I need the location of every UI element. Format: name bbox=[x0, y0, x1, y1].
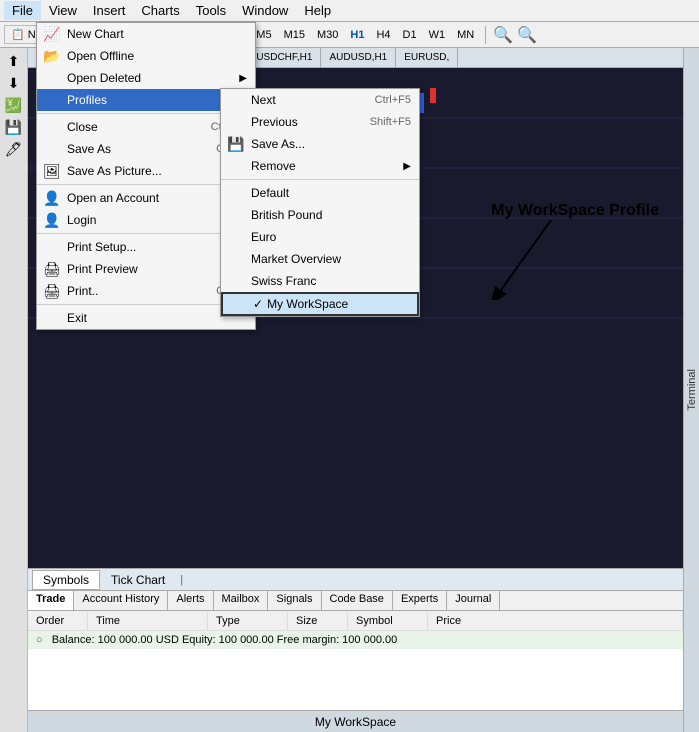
timeframe-h1[interactable]: H1 bbox=[346, 28, 368, 42]
zoom-out-icon[interactable]: 🔍 bbox=[517, 25, 537, 45]
timeframe-h4[interactable]: H4 bbox=[372, 28, 394, 42]
menu-item-print-preview[interactable]: 🖨 Print Preview bbox=[37, 258, 255, 280]
terminal-tab-mailbox[interactable]: Mailbox bbox=[214, 591, 269, 610]
toolbar-separator-3 bbox=[485, 26, 486, 44]
file-dropdown: 📈 New Chart 📂 Open Offline Open Deleted … bbox=[36, 22, 256, 330]
timeframe-w1[interactable]: W1 bbox=[425, 28, 450, 42]
menu-item-open-account[interactable]: 👤 Open an Account bbox=[37, 187, 255, 209]
timeframe-m30[interactable]: M30 bbox=[313, 28, 342, 42]
balance-row: ○ Balance: 100 000.00 USD Equity: 100 00… bbox=[28, 631, 683, 649]
nav-icon-2[interactable]: ⬇ bbox=[3, 72, 25, 94]
balance-indicator: ○ bbox=[36, 634, 43, 646]
profiles-arrow: ▶ bbox=[239, 95, 247, 106]
menu-view[interactable]: View bbox=[41, 1, 85, 20]
col-order: Order bbox=[28, 611, 88, 630]
statusbar-text: My WorkSpace bbox=[315, 715, 396, 729]
terminal-tab-account-history[interactable]: Account History bbox=[74, 591, 168, 610]
login-icon: 👤 bbox=[43, 212, 60, 229]
menu-sep-2 bbox=[37, 184, 255, 185]
terminal-tabs: Trade Account History Alerts Mailbox Sig… bbox=[28, 591, 683, 611]
menu-item-open-offline[interactable]: 📂 Open Offline bbox=[37, 45, 255, 67]
terminal-tab-alerts[interactable]: Alerts bbox=[168, 591, 213, 610]
menubar: File View Insert Charts Tools Window Hel… bbox=[0, 0, 699, 22]
open-offline-icon: 📂 bbox=[43, 48, 60, 65]
open-deleted-arrow: ▶ bbox=[239, 73, 247, 84]
nav-icon-1[interactable]: ⬆ bbox=[3, 50, 25, 72]
terminal-tab-code-base[interactable]: Code Base bbox=[322, 591, 393, 610]
panel-tab-tick-chart[interactable]: Tick Chart bbox=[100, 570, 176, 590]
terminal-columns: Order Time Type Size Symbol Price bbox=[28, 611, 683, 631]
menu-item-profiles[interactable]: Profiles ▶ bbox=[37, 89, 255, 111]
new-chart-icon: 📈 bbox=[43, 26, 60, 43]
menu-file[interactable]: File bbox=[4, 1, 41, 20]
panel-tabs: Symbols Tick Chart | bbox=[28, 568, 683, 590]
account-icon: 👤 bbox=[43, 190, 60, 207]
col-price: Price bbox=[428, 611, 683, 630]
menu-help[interactable]: Help bbox=[296, 1, 339, 20]
menu-item-exit[interactable]: Exit bbox=[37, 307, 255, 329]
terminal-area: Trade Account History Alerts Mailbox Sig… bbox=[28, 590, 683, 710]
menu-item-open-deleted[interactable]: Open Deleted ▶ bbox=[37, 67, 255, 89]
menu-item-save-as[interactable]: Save As Ctrl+S bbox=[37, 138, 255, 160]
print-icon: 🖨 bbox=[43, 283, 61, 300]
menu-item-login[interactable]: 👤 Login bbox=[37, 209, 255, 231]
save-picture-icon: 🖼 bbox=[43, 163, 61, 180]
menu-item-save-as-picture[interactable]: 🖼 Save As Picture... bbox=[37, 160, 255, 182]
col-time: Time bbox=[88, 611, 208, 630]
timeframe-mn[interactable]: MN bbox=[453, 28, 478, 42]
timeframe-m15[interactable]: M15 bbox=[280, 28, 309, 42]
chart-tab-audusd-h1[interactable]: AUDUSD,H1 bbox=[321, 48, 396, 67]
col-type: Type bbox=[208, 611, 288, 630]
col-size: Size bbox=[288, 611, 348, 630]
chart-tab-eurusd-2[interactable]: EURUSD, bbox=[396, 48, 458, 67]
timeframe-d1[interactable]: D1 bbox=[399, 28, 421, 42]
print-preview-icon: 🖨 bbox=[43, 261, 61, 278]
terminal-label: Terminal bbox=[686, 369, 698, 411]
menu-window[interactable]: Window bbox=[234, 1, 296, 20]
zoom-in-icon[interactable]: 🔍 bbox=[493, 25, 513, 45]
menu-item-print-setup[interactable]: Print Setup... bbox=[37, 236, 255, 258]
menu-item-new-chart[interactable]: 📈 New Chart bbox=[37, 23, 255, 45]
balance-text: Balance: 100 000.00 USD Equity: 100 000.… bbox=[52, 634, 398, 646]
terminal-tab-experts[interactable]: Experts bbox=[393, 591, 447, 610]
menu-sep-1 bbox=[37, 113, 255, 114]
chart-tab-usdchf-h1[interactable]: USDCHF,H1 bbox=[248, 48, 321, 67]
left-nav-panel: ⬆ ⬇ 💹 💾 🖊 bbox=[0, 48, 28, 732]
save-as-shortcut: Ctrl+S bbox=[216, 143, 247, 155]
terminal-tab-journal[interactable]: Journal bbox=[447, 591, 500, 610]
menu-item-close[interactable]: Close Ctrl+F4 bbox=[37, 116, 255, 138]
close-shortcut: Ctrl+F4 bbox=[211, 121, 247, 133]
nav-icon-3[interactable]: 💹 bbox=[3, 94, 25, 116]
menu-item-print[interactable]: 🖨 Print.. Ctrl+P bbox=[37, 280, 255, 302]
menu-sep-3 bbox=[37, 233, 255, 234]
print-shortcut: Ctrl+P bbox=[216, 285, 247, 297]
terminal-tab-trade[interactable]: Trade bbox=[28, 591, 74, 610]
col-symbol: Symbol bbox=[348, 611, 428, 630]
new-order-icon: 📋 bbox=[11, 28, 25, 41]
panel-tab-symbols[interactable]: Symbols bbox=[32, 570, 100, 590]
menu-tools[interactable]: Tools bbox=[188, 1, 234, 20]
terminal-tab-signals[interactable]: Signals bbox=[268, 591, 321, 610]
terminal-sidebar: Terminal bbox=[683, 48, 699, 732]
menu-insert[interactable]: Insert bbox=[85, 1, 134, 20]
statusbar: My WorkSpace bbox=[28, 710, 683, 732]
nav-icon-5[interactable]: 🖊 bbox=[3, 138, 25, 160]
menu-charts[interactable]: Charts bbox=[133, 1, 187, 20]
nav-icon-4[interactable]: 💾 bbox=[3, 116, 25, 138]
menu-sep-4 bbox=[37, 304, 255, 305]
